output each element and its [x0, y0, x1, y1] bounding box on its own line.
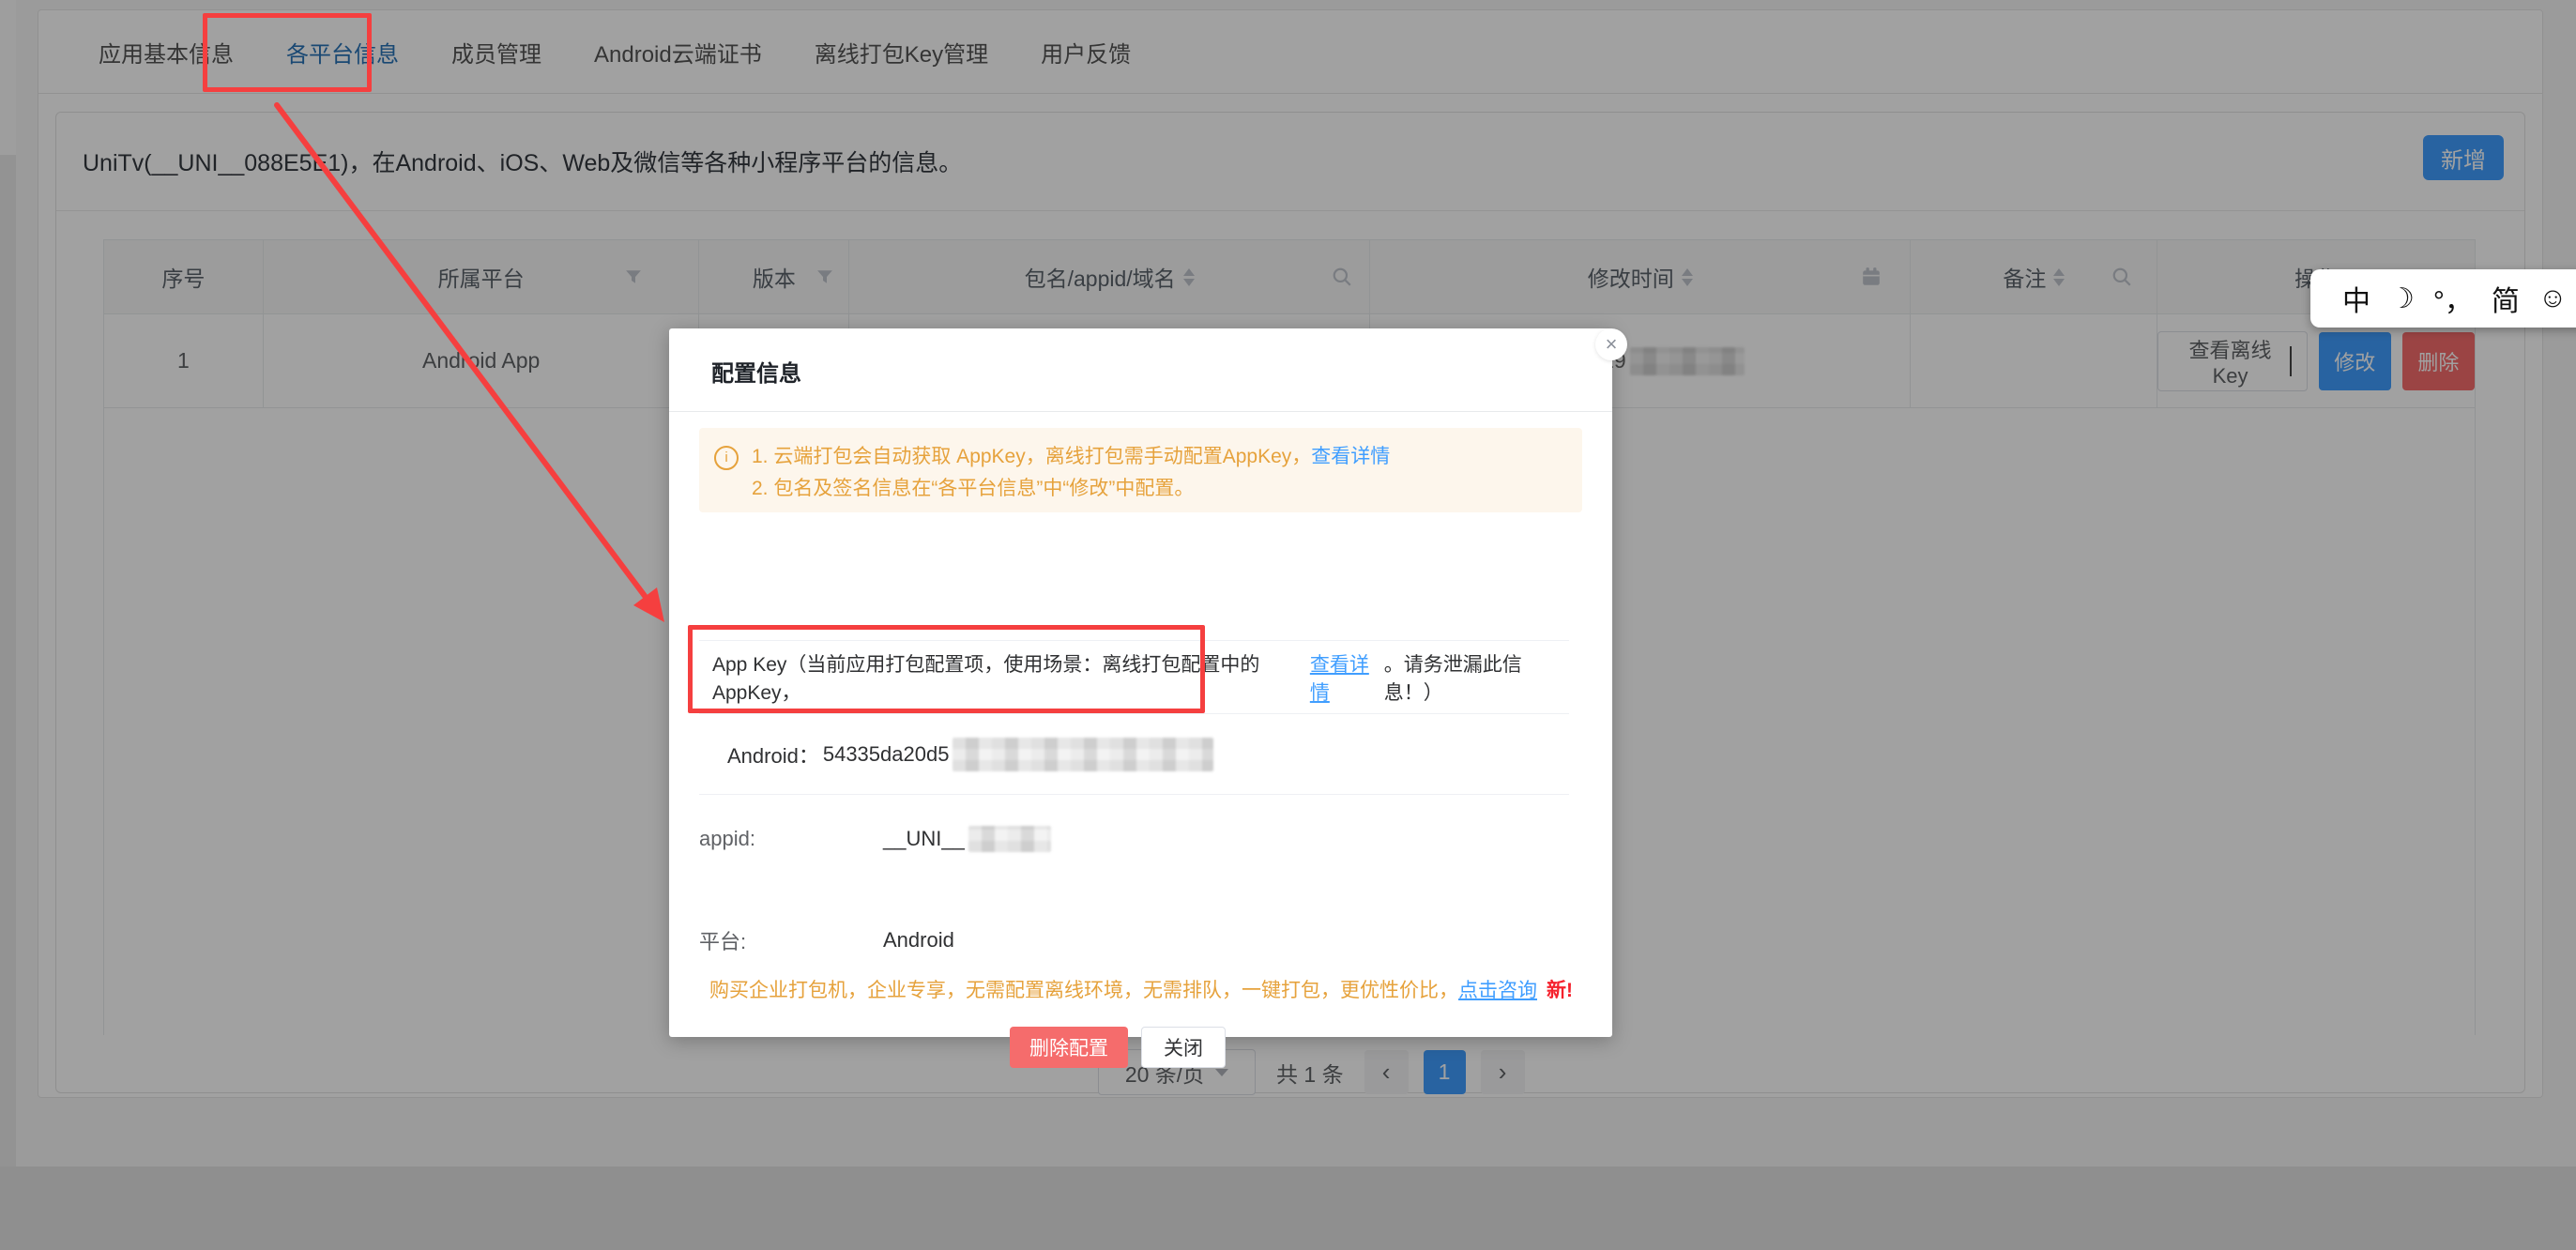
notice-box: i 1. 云端打包会自动获取 AppKey，离线打包需手动配置AppKey，查看…	[699, 428, 1582, 512]
redacted-text	[953, 738, 1213, 771]
promo-consult-link[interactable]: 点击咨询	[1458, 980, 1537, 1001]
close-modal-button[interactable]: 关闭	[1141, 1027, 1226, 1068]
android-key-value: 54335da20d5	[823, 742, 950, 767]
screen: 应用基本信息 各平台信息 成员管理 Android云端证书 离线打包Key管理 …	[0, 0, 2576, 1250]
notice-detail-link[interactable]: 查看详情	[1311, 446, 1390, 467]
android-key-row: Android： 54335da20d5	[699, 714, 1569, 795]
appkey-detail-link[interactable]: 查看详情	[1310, 649, 1384, 706]
modal-header: 配置信息 ×	[669, 328, 1612, 412]
ime-simplified-mode[interactable]: 简	[2492, 278, 2520, 319]
modal-body: i 1. 云端打包会自动获取 AppKey，离线打包需手动配置AppKey，查看…	[669, 412, 1612, 1038]
emoji-icon[interactable]: ☺	[2538, 282, 2568, 314]
promo-line: 购买企业打包机，企业专享，无需配置离线环境，无需排队，一键打包，更优性价比，点击…	[709, 975, 1573, 1003]
info-icon: i	[714, 446, 739, 470]
notice-line-2: 2. 包名及签名信息在“各平台信息”中“修改”中配置。	[752, 478, 1194, 499]
modal-close-button[interactable]: ×	[1595, 328, 1627, 360]
notice-text: 1. 云端打包会自动获取 AppKey，离线打包需手动配置AppKey，查看详情…	[752, 441, 1390, 499]
platform-label: 平台:	[699, 925, 883, 955]
notice-line-1: 1. 云端打包会自动获取 AppKey，离线打包需手动配置AppKey，	[752, 446, 1311, 467]
appid-label: appid:	[699, 827, 883, 851]
appkey-header-text: App Key（当前应用打包配置项，使用场景：离线打包配置中的AppKey，	[712, 649, 1310, 706]
moon-icon[interactable]: ☽	[2389, 282, 2415, 315]
ime-mode-chinese[interactable]: 中	[2342, 278, 2370, 319]
appid-value: __UNI__	[883, 827, 965, 851]
appkey-header-suffix: 。请务泄漏此信息！）	[1384, 649, 1569, 706]
redacted-text	[968, 826, 1051, 852]
appid-row: appid: __UNI__	[699, 811, 1051, 867]
platform-row: 平台: Android	[699, 912, 954, 968]
config-modal: 配置信息 × i 1. 云端打包会自动获取 AppKey，离线打包需手动配置Ap…	[669, 328, 1612, 1037]
close-icon: ×	[1606, 332, 1618, 356]
modal-footer-buttons: 删除配置 关闭	[1010, 1027, 1226, 1068]
ime-statusbar: 中 ☽ °， 简 ☺ 8	[2310, 269, 2576, 328]
delete-config-button[interactable]: 删除配置	[1010, 1027, 1128, 1068]
appkey-header-row: App Key（当前应用打包配置项，使用场景：离线打包配置中的AppKey，查看…	[699, 640, 1569, 714]
ime-punctuation-mode[interactable]: °，	[2433, 278, 2473, 319]
platform-value: Android	[883, 928, 954, 953]
promo-text: 购买企业打包机，企业专享，无需配置离线环境，无需排队，一键打包，更优性价比，	[709, 980, 1458, 1001]
modal-title: 配置信息	[711, 355, 801, 388]
promo-new-badge: 新!	[1547, 980, 1573, 1001]
android-key-label: Android：	[727, 739, 819, 770]
